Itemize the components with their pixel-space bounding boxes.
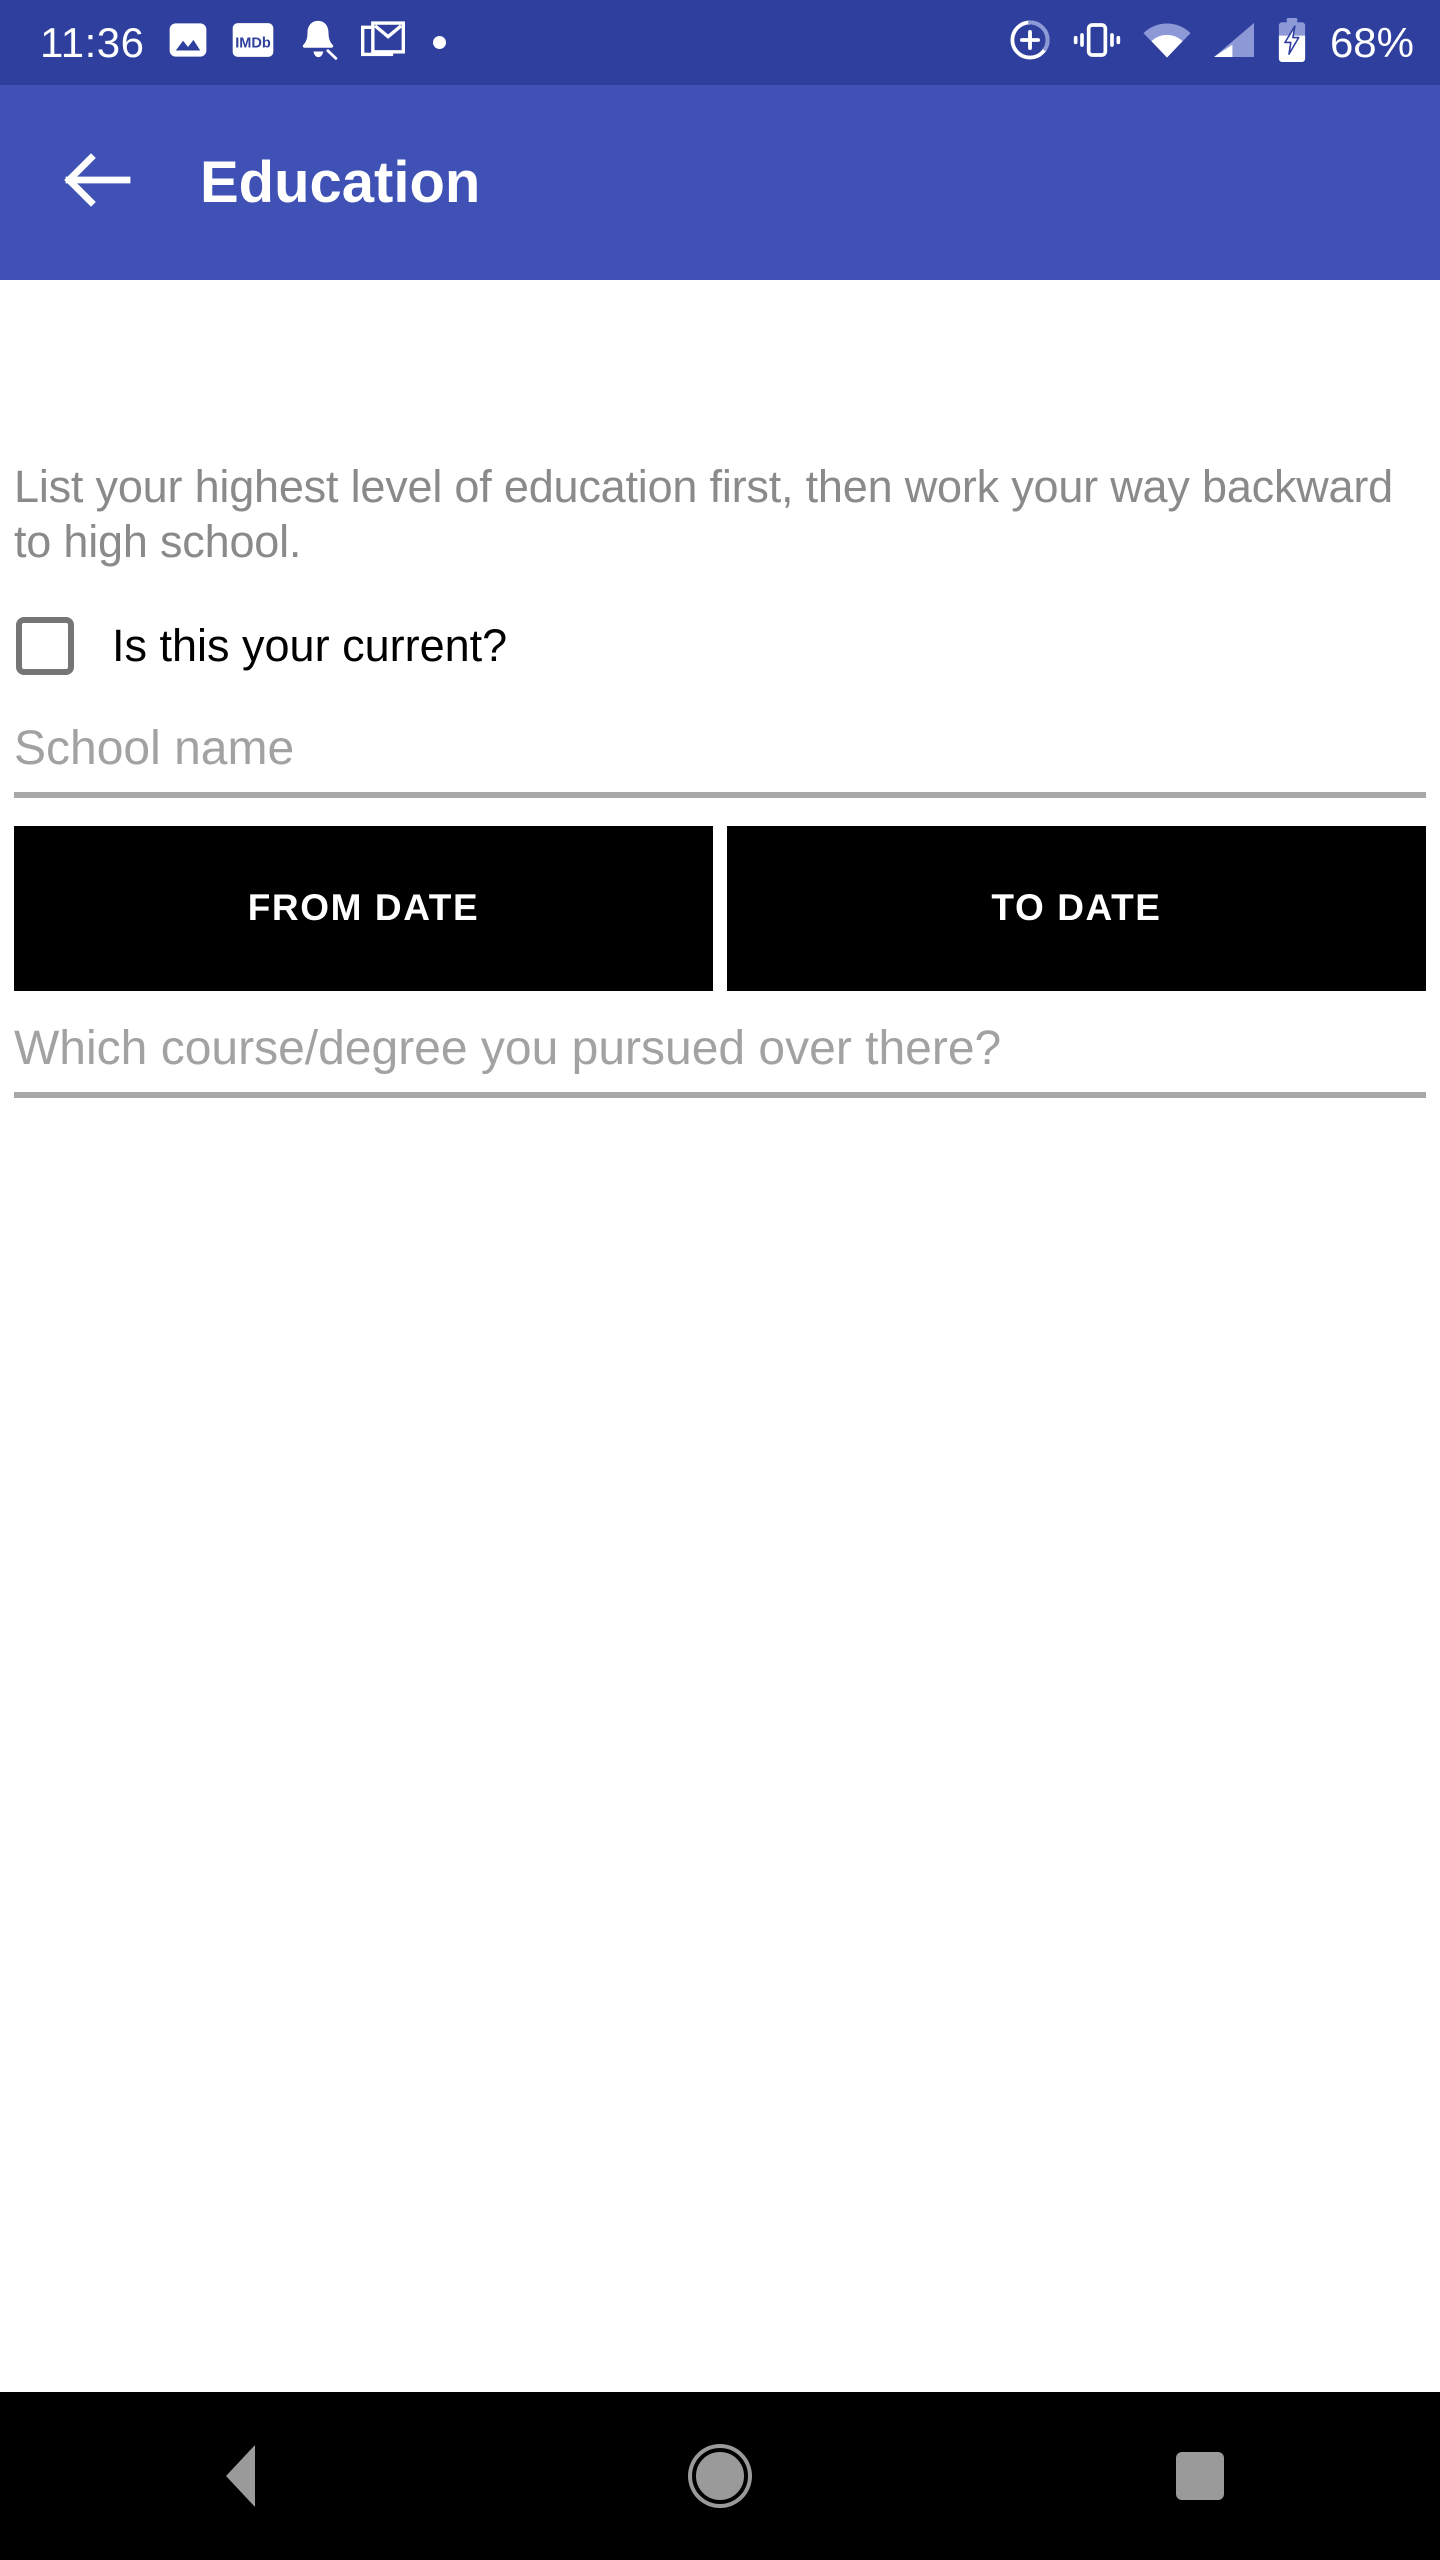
nav-back-triangle-icon: [225, 2445, 255, 2507]
nav-recents-button[interactable]: [1110, 2392, 1290, 2560]
phone-screen: 11:36 IMDb 68% Education List your highe…: [0, 0, 1440, 2560]
battery-percent-label: 68%: [1329, 18, 1414, 66]
current-education-checkbox[interactable]: [16, 616, 74, 675]
more-notifications-dot-icon: [432, 36, 446, 49]
page-title: Education: [200, 149, 481, 215]
course-degree-field[interactable]: [14, 1020, 1426, 1099]
arrow-back-icon: [61, 150, 133, 215]
photos-icon: [167, 19, 209, 66]
date-button-row: FROM DATE TO DATE: [14, 825, 1426, 991]
imdb-icon: IMDb: [231, 19, 275, 66]
status-bar-clock: 11:36: [40, 18, 145, 66]
app-bar: Education: [0, 85, 1440, 280]
status-bar-right-group: 68%: [1008, 17, 1414, 68]
to-date-button[interactable]: TO DATE: [727, 825, 1426, 991]
nav-home-circle-icon: [692, 2448, 748, 2504]
nav-back-button[interactable]: [150, 2392, 330, 2560]
from-date-button[interactable]: FROM DATE: [14, 825, 713, 991]
nav-recents-square-icon: [1176, 2452, 1224, 2500]
battery-charging-icon: [1276, 17, 1308, 68]
school-name-underline: [14, 791, 1426, 798]
status-bar: 11:36 IMDb 68%: [0, 0, 1440, 85]
data-saver-plus-icon: [1008, 18, 1052, 67]
school-name-field[interactable]: [14, 720, 1426, 798]
android-navigation-bar: [0, 2392, 1440, 2560]
course-degree-input[interactable]: [14, 1020, 1426, 1093]
nav-home-button[interactable]: [630, 2392, 810, 2560]
current-education-checkbox-label: Is this your current?: [112, 620, 508, 672]
current-education-checkbox-row[interactable]: Is this your current?: [14, 616, 1426, 675]
status-bar-left-group: 11:36 IMDb: [40, 18, 446, 67]
vibrate-icon: [1072, 19, 1122, 66]
cellular-signal-icon: [1212, 21, 1256, 64]
svg-text:IMDb: IMDb: [235, 35, 271, 51]
form-content: List your highest level of education fir…: [0, 280, 1440, 2392]
back-button[interactable]: [52, 138, 142, 228]
bell-notification-icon: [297, 18, 339, 67]
school-name-input[interactable]: [14, 720, 1426, 792]
education-hint-text: List your highest level of education fir…: [14, 461, 1393, 567]
wifi-icon: [1142, 21, 1192, 64]
course-degree-underline: [14, 1092, 1426, 1099]
gmail-icon: [360, 19, 405, 66]
